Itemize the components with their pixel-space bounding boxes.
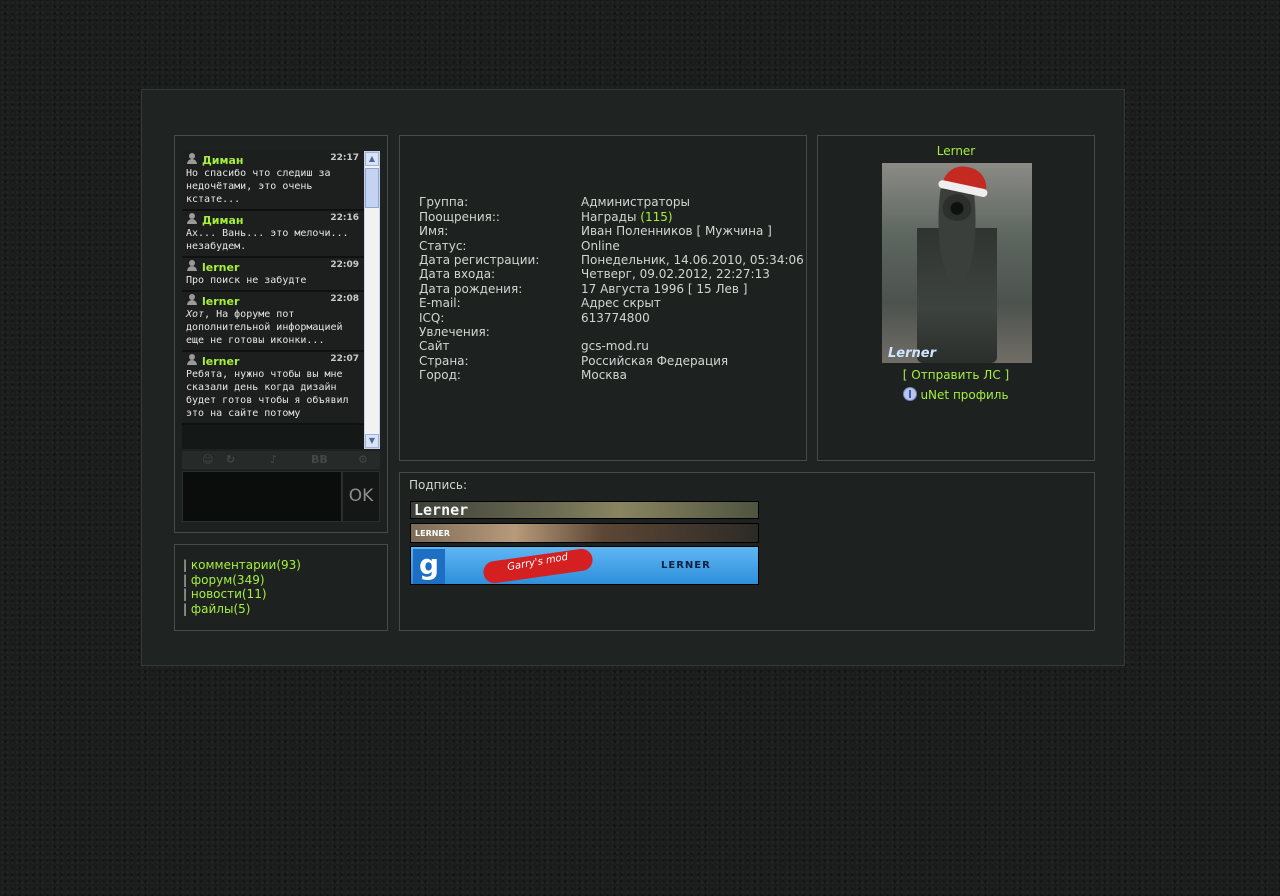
profile-username: Lerner — [936, 144, 976, 158]
user-icon — [187, 294, 197, 305]
chat-message-text: Но спасибо что следиш за недочётами, это… — [186, 168, 331, 205]
signature-panel: Подпись: Lerner LERNER g Garry's mod LER… — [399, 472, 1095, 631]
chat-toolbar: ☺ ↻ ♪ BB ⚙ — [182, 451, 380, 469]
chat-message-author[interactable]: lerner — [202, 295, 239, 308]
chat-message-time: 22:08 — [330, 294, 359, 304]
chat-message-list[interactable]: Диман 22:17 Но спасибо что следиш за нед… — [182, 151, 364, 449]
signature-banner-lerner-small: LERNER — [410, 523, 759, 543]
avatar: Lerner — [882, 163, 1032, 363]
chat-message-author[interactable]: Диман — [202, 154, 244, 167]
stat-item-comments: | комментарии(93) — [183, 558, 301, 572]
chat-message-time: 22:17 — [330, 153, 359, 163]
chat-message-text: Ребята, нужно чтобы вы мне сказали день … — [186, 369, 349, 419]
signature-banner-lerner: Lerner — [410, 501, 759, 519]
user-icon — [187, 153, 197, 164]
scroll-up-icon[interactable]: ▲ — [365, 152, 379, 166]
signature-banner-garrys-mod: g Garry's mod LERNER — [410, 546, 759, 585]
chat-message: Диман 22:16 Ах... Вань... это мелочи... … — [182, 211, 364, 258]
status-badge: Online — [581, 239, 620, 253]
chat-message-author[interactable]: lerner — [202, 355, 239, 368]
awards-count[interactable]: (115) — [640, 210, 672, 224]
settings-icon[interactable]: ⚙ — [358, 453, 368, 466]
sound-icon[interactable]: ♪ — [270, 453, 277, 466]
chat-send-button[interactable]: OK — [342, 471, 380, 522]
chat-message-text: Ах... Вань... это мелочи... незабудем. — [186, 228, 349, 252]
chat-message-text: Про поиск не забудте — [186, 275, 307, 286]
user-info-panel: Группа: Администраторы Поощрения:: Награ… — [399, 135, 807, 461]
website-link[interactable]: gcs-mod.ru — [581, 339, 649, 353]
stat-item-files: | файлы(5) — [183, 601, 251, 616]
chat-message-time: 22:07 — [330, 354, 359, 364]
bbcode-icon[interactable]: BB — [311, 453, 328, 466]
garrys-mod-logo: g — [413, 549, 445, 584]
chat-message-time: 22:16 — [330, 213, 359, 223]
unet-icon — [903, 387, 918, 401]
stat-item-forum: | форум(349) — [183, 572, 265, 587]
send-pm-link[interactable]: Отправить ЛС — [911, 368, 1000, 382]
chat-message: lerner 22:07 Ребята, нужно чтобы вы мне … — [182, 352, 364, 425]
chat-widget: Диман 22:17 Но спасибо что следиш за нед… — [174, 135, 388, 533]
avatar-caption: Lerner — [888, 346, 936, 361]
chat-message: lerner 22:08 Хот, На форуме пот дополнит… — [182, 292, 364, 352]
chat-message-time: 22:09 — [330, 260, 359, 270]
send-pm-row: [ Отправить ЛС ] — [902, 368, 1010, 382]
chat-message-text: Хот, На форуме пот дополнительной информ… — [185, 308, 361, 347]
user-icon — [187, 260, 197, 271]
stat-item-news: | новости(11) — [183, 587, 267, 601]
chat-message-input[interactable] — [182, 471, 342, 522]
user-activity-stats: | комментарии(93) | форум(349) | новости… — [174, 544, 388, 631]
chat-message-author[interactable]: lerner — [202, 261, 239, 274]
chat-message-author[interactable]: Диман — [202, 214, 244, 227]
chat-message: Диман 22:17 Но спасибо что следиш за нед… — [182, 151, 364, 211]
scrollbar-thumb[interactable] — [365, 168, 379, 208]
unet-profile-row: uNet профиль — [818, 387, 1094, 402]
unet-profile-link[interactable]: uNet профиль — [920, 388, 1008, 402]
chat-mention[interactable]: Хот — [186, 309, 204, 320]
profile-card: Lerner Lerner [ Отправить ЛС ] uNet проф… — [817, 135, 1095, 461]
profile-page-panel: Диман 22:17 Но спасибо что следиш за нед… — [141, 89, 1125, 666]
stat-link-files[interactable]: файлы(5) — [191, 602, 251, 616]
user-icon — [187, 354, 197, 365]
chat-scrollbar[interactable]: ▲ ▼ — [364, 151, 380, 449]
stat-link-comments[interactable]: комментарии(93) — [191, 558, 301, 572]
signature-label: Подпись: — [409, 478, 468, 492]
awards-link[interactable]: Награды — [581, 210, 636, 224]
refresh-icon[interactable]: ↻ — [226, 453, 235, 466]
chat-message-body: , На форуме пот дополнительной информаци… — [186, 309, 343, 346]
stat-link-news[interactable]: новости(11) — [191, 587, 267, 601]
stat-link-forum[interactable]: форум(349) — [191, 573, 265, 587]
scroll-down-icon[interactable]: ▼ — [365, 434, 379, 448]
smiley-icon[interactable]: ☺ — [202, 453, 213, 466]
user-icon — [187, 213, 197, 224]
chat-message: lerner 22:09 Про поиск не забудте — [182, 258, 364, 292]
